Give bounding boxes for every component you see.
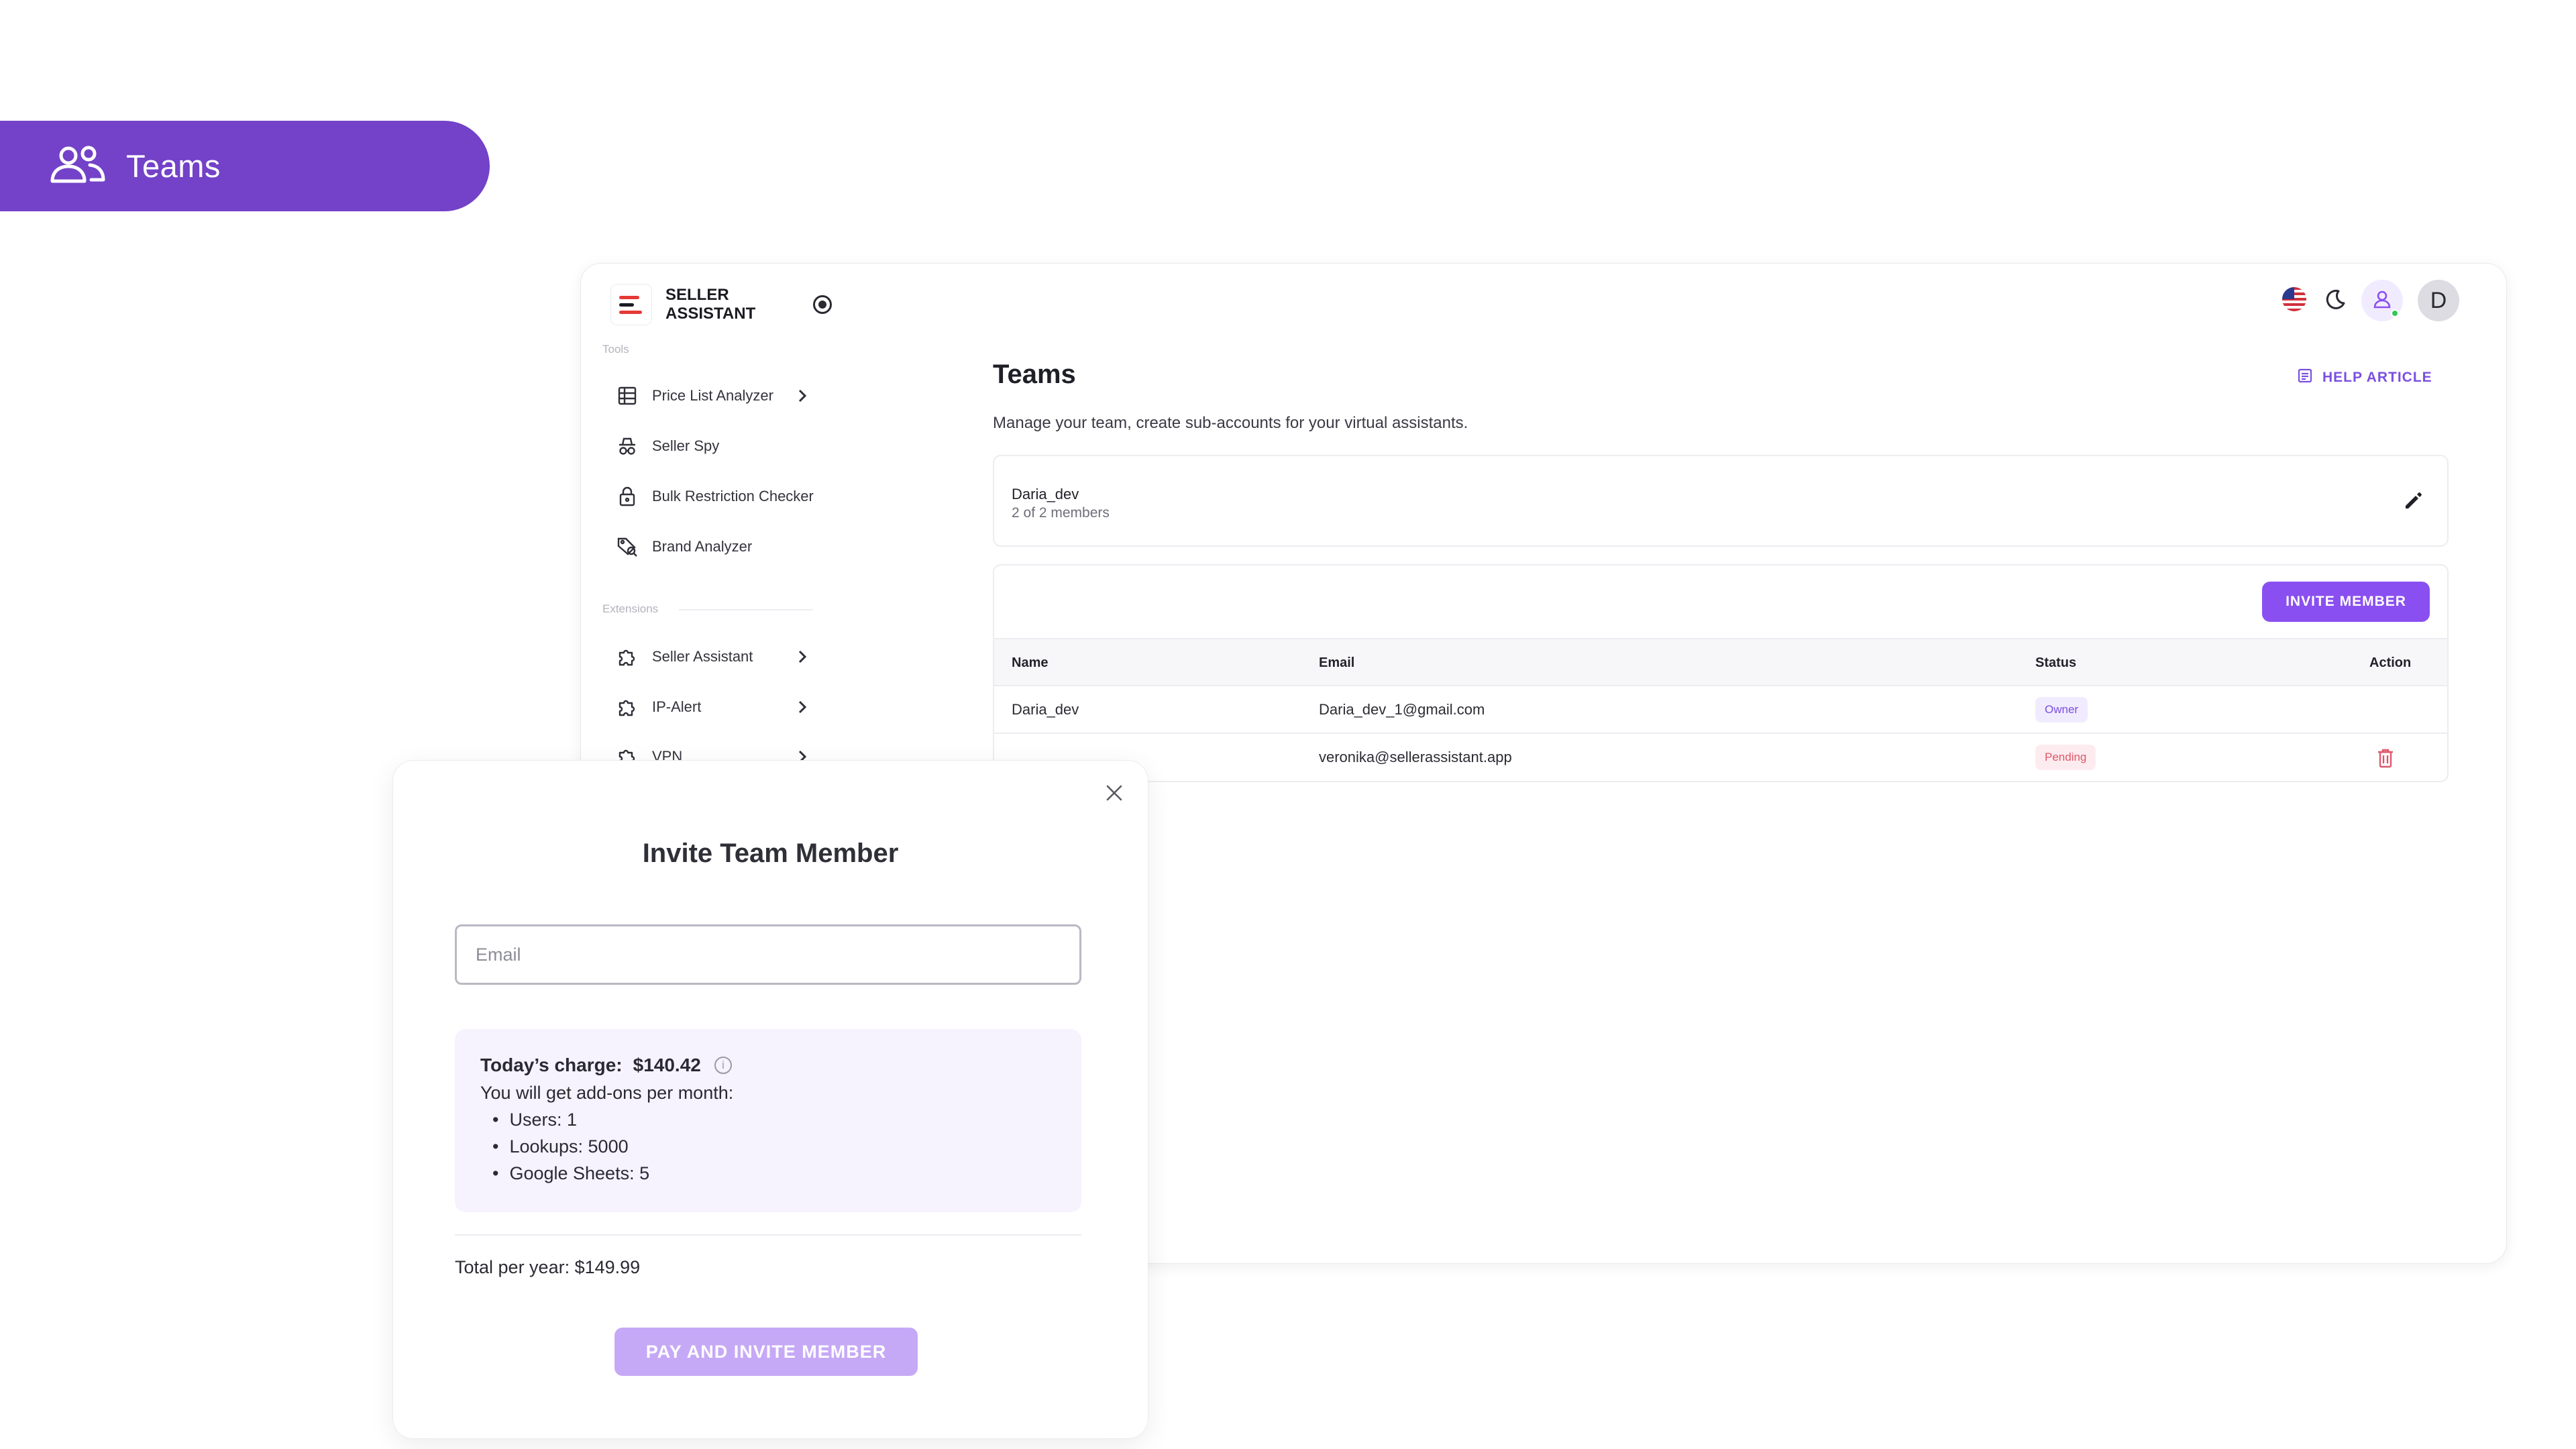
teams-badge-label: Teams — [126, 148, 221, 184]
team-name: Daria_dev — [1012, 486, 1079, 502]
column-header-email: Email — [1319, 655, 1355, 670]
edit-team-button[interactable] — [2400, 488, 2427, 515]
sidebar-item-bulk-restriction-checker[interactable]: Bulk Restriction Checker — [602, 477, 824, 516]
chevron-right-icon — [796, 699, 809, 718]
status-badge: Pending — [2035, 745, 2096, 770]
table-icon — [616, 384, 639, 407]
info-icon[interactable]: i — [714, 1057, 732, 1074]
team-members-count: 2 of 2 members — [1012, 505, 1110, 521]
email-input[interactable] — [455, 924, 1081, 985]
lock-icon — [616, 485, 639, 508]
list-item: • Google Sheets: 5 — [492, 1160, 1056, 1187]
addons-intro: You will get add-ons per month: — [480, 1083, 734, 1103]
member-name: Daria_dev — [1012, 701, 1079, 718]
sidebar-item-seller-spy[interactable]: Seller Spy — [602, 427, 824, 466]
sidebar-item-brand-analyzer[interactable]: Brand Analyzer — [602, 527, 824, 566]
page-title: Teams — [993, 360, 1076, 389]
profile-button[interactable] — [2361, 280, 2403, 321]
sidebar-item-label: Seller Spy — [652, 437, 720, 454]
users-icon — [48, 144, 106, 188]
brand[interactable]: SELLER ASSISTANT — [610, 284, 832, 325]
trash-icon[interactable] — [2376, 747, 2396, 769]
bullet: • — [492, 1136, 499, 1157]
extensions-section-label: Extensions — [602, 602, 659, 615]
charge-summary: Today’s charge: $140.42 i You will get a… — [455, 1029, 1081, 1212]
sidebar-item-label: Bulk Restriction Checker — [652, 488, 814, 504]
table-row: veronika@sellerassistant.app Pending — [994, 734, 2447, 781]
sidebar-item-label: Brand Analyzer — [652, 538, 753, 555]
close-icon — [1104, 783, 1124, 806]
sidebar-item-price-list-analyzer[interactable]: Price List Analyzer — [602, 376, 824, 415]
section-divider — [679, 609, 813, 610]
modal-title: Invite Team Member — [642, 839, 899, 868]
chevron-right-icon — [796, 388, 809, 407]
help-article-label: HELP ARTICLE — [2322, 370, 2432, 385]
invite-member-modal: Invite Team Member Today’s charge: $140.… — [393, 761, 1148, 1438]
member-email: Daria_dev_1@gmail.com — [1319, 701, 1485, 718]
charge-amount: $140.42 — [633, 1055, 701, 1075]
addon-label: Users: 1 — [509, 1110, 577, 1130]
column-header-status: Status — [2035, 655, 2077, 670]
sidebar-item-label: IP-Alert — [652, 698, 702, 715]
bullet: • — [492, 1110, 499, 1130]
moon-icon[interactable] — [2322, 287, 2347, 315]
close-button[interactable] — [1101, 781, 1128, 808]
header-actions: D — [2281, 280, 2459, 321]
column-header-action: Action — [2369, 655, 2412, 670]
teams-section-badge: Teams — [0, 121, 490, 211]
sidebar-item-label: Price List Analyzer — [652, 387, 773, 404]
brand-line-2: ASSISTANT — [665, 305, 756, 323]
total-per-year: Total per year: $149.99 — [455, 1257, 641, 1277]
user-icon — [2372, 289, 2392, 313]
list-item: • Lookups: 5000 — [492, 1133, 1056, 1160]
logo-icon — [610, 284, 652, 325]
record-icon[interactable] — [813, 295, 832, 314]
divider — [455, 1234, 1081, 1236]
help-article-link[interactable]: HELP ARTICLE — [2297, 368, 2432, 388]
chevron-right-icon — [796, 649, 809, 668]
tools-section-label: Tools — [602, 343, 629, 356]
member-email: veronika@sellerassistant.app — [1319, 749, 1512, 765]
spy-icon — [616, 435, 639, 458]
pencil-icon — [2403, 490, 2424, 515]
sidebar-item-ip-alert[interactable]: IP-Alert — [602, 688, 824, 727]
pay-and-invite-button[interactable]: PAY AND INVITE MEMBER — [614, 1328, 918, 1376]
bullet: • — [492, 1163, 499, 1183]
status-badge: Owner — [2035, 697, 2088, 722]
sidebar-item-label: Seller Assistant — [652, 648, 753, 665]
charge-label: Today’s charge: — [480, 1055, 623, 1075]
us-flag-icon[interactable] — [2281, 286, 2308, 316]
sidebar-item-seller-assistant[interactable]: Seller Assistant — [602, 637, 824, 676]
online-status-dot — [2391, 309, 2399, 317]
brand-name: SELLER ASSISTANT — [665, 286, 773, 323]
avatar[interactable]: D — [2418, 280, 2459, 321]
addon-label: Google Sheets: 5 — [509, 1163, 650, 1183]
table-header: Name Email Status Action — [994, 638, 2447, 686]
column-header-name: Name — [1012, 655, 1049, 670]
article-icon — [2297, 368, 2313, 388]
members-table-card: INVITE MEMBER Name Email Status Action D… — [993, 564, 2449, 782]
tag-search-icon — [616, 535, 639, 558]
addon-label: Lookups: 5000 — [509, 1136, 629, 1157]
addons-list: • Users: 1 • Lookups: 5000 • Google Sheets:… — [480, 1106, 1056, 1187]
page-description: Manage your team, create sub-accounts fo… — [993, 414, 1468, 432]
brand-line-1: SELLER — [665, 286, 729, 304]
team-card: Daria_dev 2 of 2 members — [993, 455, 2449, 547]
puzzle-icon — [616, 645, 639, 668]
invite-member-button[interactable]: INVITE MEMBER — [2262, 582, 2430, 622]
list-item: • Users: 1 — [492, 1106, 1056, 1133]
puzzle-icon — [616, 696, 639, 718]
table-row: Daria_dev Daria_dev_1@gmail.com Owner — [994, 686, 2447, 734]
todays-charge: Today’s charge: $140.42 i — [480, 1055, 1056, 1076]
